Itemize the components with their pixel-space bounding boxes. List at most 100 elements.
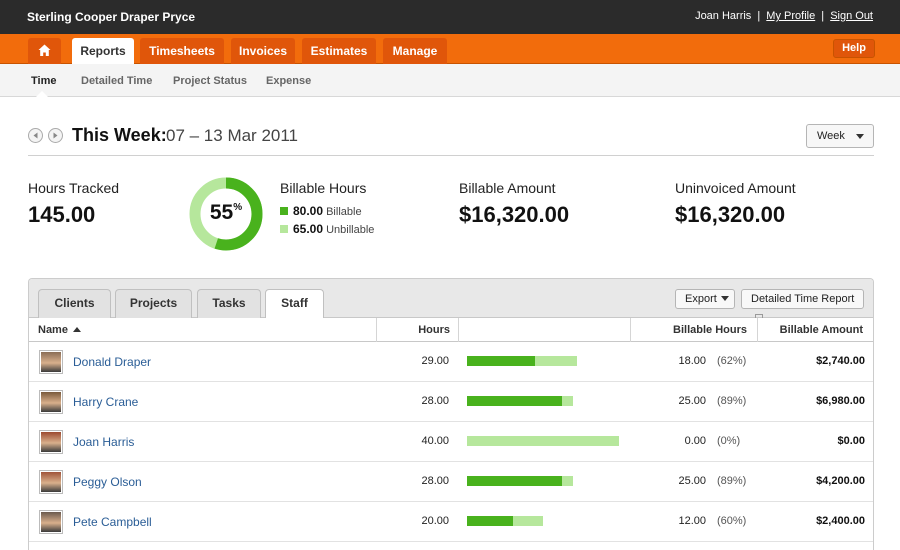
tab-reports[interactable]: Reports [72, 38, 134, 65]
tab-invoices[interactable]: Invoices [231, 38, 295, 64]
unbillable-swatch [280, 225, 288, 233]
legend-unbillable: 65.00 Unbillable [280, 222, 374, 236]
previous-period-button[interactable] [28, 128, 43, 143]
hours-tracked-value: 145.00 [28, 202, 96, 227]
tab-timesheets[interactable]: Timesheets [140, 38, 224, 64]
sign-out-link[interactable]: Sign Out [830, 10, 873, 22]
unbillable-text: Unbillable [326, 224, 375, 236]
uninvoiced-amount-label: Uninvoiced Amount [675, 180, 796, 196]
unbillable-hours-value: 65.00 [293, 222, 324, 236]
billable-percent-value: (89%) [717, 395, 747, 407]
billable-percent-value: (60%) [717, 515, 747, 527]
user-nav: Joan Harris | My Profile | Sign Out [695, 10, 873, 22]
avatar [39, 390, 63, 414]
billable-hours-value: 12.00 [678, 515, 706, 527]
next-period-button[interactable] [48, 128, 63, 143]
uninvoiced-amount-value: $16,320.00 [675, 202, 786, 227]
avatar-image [41, 512, 61, 532]
staff-name-link[interactable]: Pete Campbell [73, 515, 152, 529]
sub-nav: Time Detailed Time Project Status Expens… [0, 64, 900, 97]
period-header: This Week: 07 – 13 Mar 2011 Week [28, 118, 874, 156]
home-tab[interactable] [28, 38, 61, 64]
subnav-item-expense[interactable]: Expense [266, 75, 311, 87]
avatar-image [41, 392, 61, 412]
subnav-item-time[interactable]: Time [31, 75, 56, 87]
table-row: Donald Draper 29.00 18.00 (62%) $2,740.00 [29, 342, 873, 382]
help-button[interactable]: Help [833, 39, 875, 58]
main-nav: Reports Timesheets Invoices Estimates Ma… [0, 34, 900, 65]
staff-name-link[interactable]: Donald Draper [73, 355, 151, 369]
staff-name-link[interactable]: Harry Crane [73, 395, 138, 409]
user-nav-separator: | [757, 10, 761, 22]
top-bar: Sterling Cooper Draper Pryce Joan Harris… [0, 0, 900, 34]
report-panel: Clients Projects Tasks Staff Export Deta… [28, 278, 874, 550]
period-select-value: Week [817, 130, 845, 142]
tab-estimates[interactable]: Estimates [302, 38, 376, 64]
tab-staff[interactable]: Staff [265, 289, 324, 319]
tab-manage[interactable]: Manage [383, 38, 447, 64]
hours-bar-unbillable [562, 476, 573, 486]
subnav-item-detailed-time[interactable]: Detailed Time [81, 75, 152, 87]
tab-projects[interactable]: Projects [115, 289, 192, 319]
hours-value: 28.00 [421, 475, 449, 487]
subnav-item-project-status[interactable]: Project Status [173, 75, 247, 87]
billable-hours-label: Billable Hours [280, 180, 367, 196]
hours-bar [467, 356, 577, 366]
table-row: Harry Crane 28.00 25.00 (89%) $6,980.00 [29, 382, 873, 422]
hours-value: 20.00 [421, 515, 449, 527]
billable-hours-value: 25.00 [678, 475, 706, 487]
col-name-label: Name [38, 324, 68, 336]
detailed-time-report-button[interactable]: Detailed Time Report [741, 289, 864, 320]
export-label: Export [685, 293, 717, 305]
tab-tasks[interactable]: Tasks [197, 289, 261, 319]
table-row: Peggy Olson 28.00 25.00 (89%) $4,200.00 [29, 462, 873, 502]
billable-percent-value: (0%) [717, 435, 741, 447]
chevron-down-icon [720, 296, 729, 301]
sort-ascending-icon [72, 327, 81, 332]
avatar-image [41, 352, 61, 372]
avatar [39, 350, 63, 374]
company-name: Sterling Cooper Draper Pryce [27, 10, 196, 24]
billable-amount-value: $4,200.00 [816, 475, 865, 487]
tab-clients[interactable]: Clients [38, 289, 111, 319]
hours-value: 40.00 [421, 435, 449, 447]
billable-amount-value: $0.00 [837, 435, 865, 447]
hours-bar-unbillable [562, 396, 573, 406]
billable-amount-value: $6,980.00 [816, 395, 865, 407]
billable-percent: 55% [189, 201, 263, 225]
hours-bar [467, 436, 619, 446]
billable-hours-value: 0.00 [684, 435, 706, 447]
hours-value: 29.00 [421, 355, 449, 367]
col-billable-hours[interactable]: Billable Hours [630, 318, 757, 342]
billable-swatch [280, 207, 288, 215]
billable-text: Billable [326, 206, 362, 218]
billable-amount-label: Billable Amount [459, 180, 556, 196]
col-name[interactable]: Name [38, 318, 376, 342]
period-select[interactable]: Week [806, 124, 874, 148]
user-name: Joan Harris [695, 10, 752, 22]
subnav-active-pointer [36, 91, 48, 97]
hours-bar-billable [467, 476, 562, 486]
arrow-left-icon [33, 132, 38, 139]
col-billable-amount[interactable]: Billable Amount [757, 318, 873, 342]
percent-sign: % [233, 202, 243, 213]
chevron-down-icon [856, 134, 864, 139]
table-header: Name Hours Billable Hours Billable Amoun… [29, 318, 873, 342]
hours-bar [467, 396, 573, 406]
avatar-image [41, 432, 61, 452]
home-icon [38, 44, 51, 56]
hours-tracked-label: Hours Tracked [28, 180, 120, 196]
staff-name-link[interactable]: Joan Harris [73, 435, 134, 449]
period-range: 07 – 13 Mar 2011 [166, 126, 298, 145]
my-profile-link[interactable]: My Profile [766, 10, 815, 22]
table-row: Joan Harris 40.00 0.00 (0%) $0.00 [29, 422, 873, 462]
hours-bar [467, 516, 543, 526]
hours-bar-unbillable [513, 516, 543, 526]
col-hours-bar [458, 318, 630, 342]
staff-name-link[interactable]: Peggy Olson [73, 475, 142, 489]
billable-percent-value: 55 [209, 201, 234, 224]
export-button[interactable]: Export [675, 289, 735, 309]
hours-bar-unbillable [467, 436, 619, 446]
col-hours[interactable]: Hours [376, 318, 458, 342]
hours-value: 28.00 [421, 395, 449, 407]
